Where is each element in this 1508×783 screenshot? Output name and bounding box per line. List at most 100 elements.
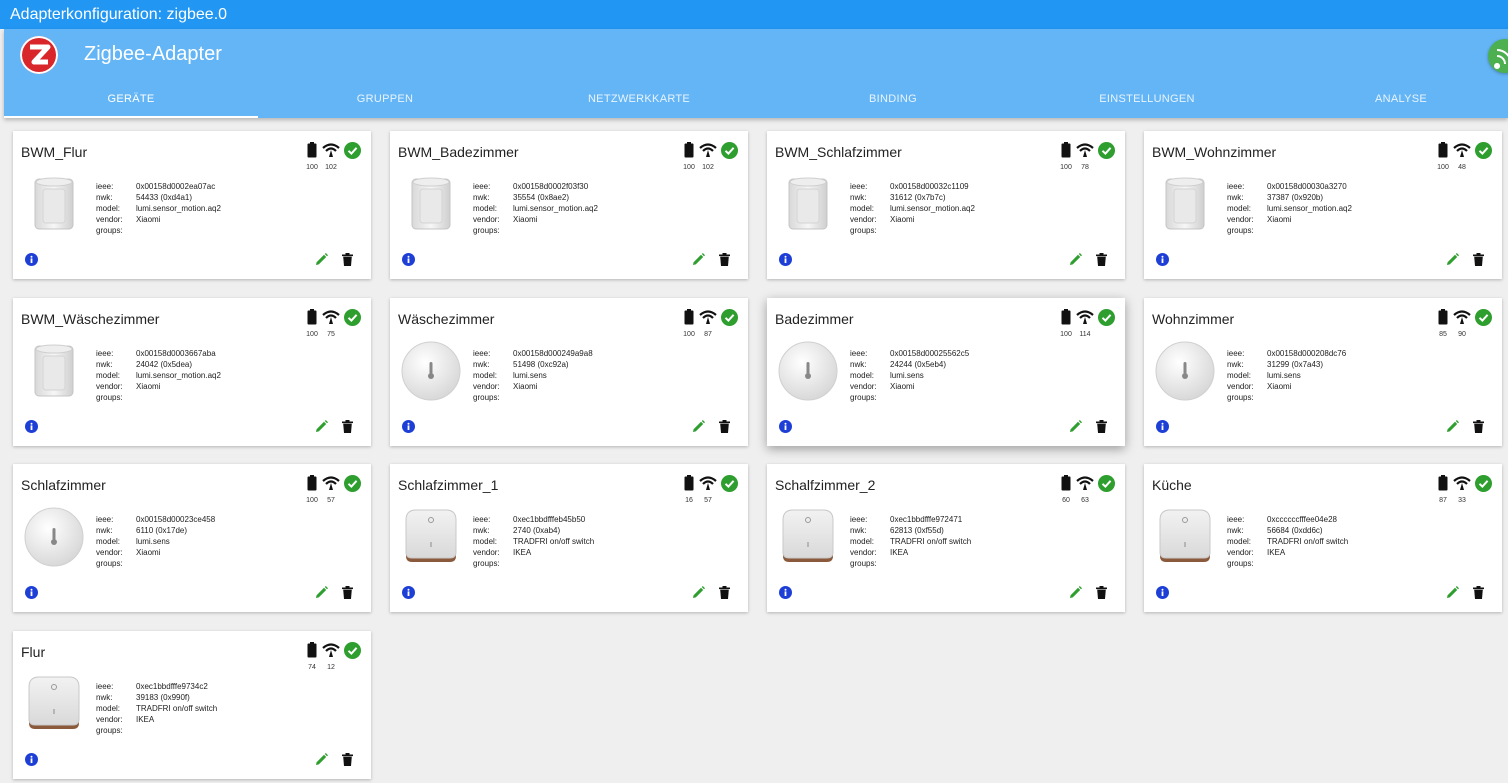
- pencil-icon[interactable]: [315, 253, 328, 266]
- device-card[interactable]: Küche 87 33 ieee: 0xccccccfffee04e28 nwk:…: [1144, 464, 1502, 612]
- device-name: Wäschezimmer: [398, 310, 495, 327]
- connection-status-icon[interactable]: [1488, 39, 1508, 73]
- nwk-label: nwk:: [96, 526, 113, 535]
- device-card[interactable]: BWM_Schlafzimmer 100 78 ieee: 0x00158d000…: [767, 131, 1125, 279]
- device-card[interactable]: Badezimmer 100 114 ieee: 0x00158d00025562…: [767, 297, 1125, 446]
- device-card[interactable]: Flur 74 12 ieee: 0xec1bbdfffe9734c2 nwk: 3…: [13, 630, 371, 779]
- check-circle-icon: [1098, 308, 1115, 326]
- pencil-icon[interactable]: [692, 586, 705, 599]
- trash-icon[interactable]: [1096, 586, 1107, 599]
- device-card[interactable]: Schlafzimmer_1 16 57 ieee: 0xec1bbdfffeb4…: [390, 464, 748, 612]
- link-quality-status: 90: [1452, 309, 1472, 338]
- info-icon[interactable]: [1156, 253, 1169, 266]
- signal-icon: [322, 476, 340, 490]
- trash-icon[interactable]: [1096, 419, 1107, 433]
- device-card[interactable]: BWM_Wäschezimmer 100 75 ieee: 0x00158d000…: [13, 297, 371, 446]
- device-card[interactable]: Wäschezimmer 100 87 ieee: 0x00158d000249a…: [390, 297, 748, 446]
- device-card[interactable]: Schlafzimmer 100 57 ieee: 0x00158d00023ce…: [13, 464, 371, 612]
- device-info: ieee: 0x00158d0003667aba nwk: 24042 (0x5de…: [96, 348, 221, 403]
- pencil-icon[interactable]: [1069, 419, 1082, 433]
- link-quality-value: 33: [1458, 497, 1466, 504]
- pencil-icon[interactable]: [315, 419, 328, 433]
- tab-analyse[interactable]: ANALYSE: [1274, 84, 1508, 118]
- check-circle-icon: [721, 142, 738, 159]
- info-icon[interactable]: [779, 586, 792, 599]
- model-row: model: TRADFRI on/off switch: [1227, 536, 1348, 547]
- signal-icon: [1076, 309, 1094, 324]
- pencil-icon[interactable]: [1446, 586, 1459, 599]
- model-row: model: TRADFRI on/off switch: [96, 703, 217, 714]
- trash-icon[interactable]: [719, 419, 730, 433]
- info-icon[interactable]: [25, 586, 38, 599]
- device-info: ieee: 0x00158d00030a3270 nwk: 37387 (0x920…: [1227, 181, 1352, 236]
- trash-icon[interactable]: [719, 586, 730, 599]
- device-image: [777, 173, 839, 235]
- tab-geraete[interactable]: GERÄTE: [4, 84, 258, 118]
- info-icon[interactable]: [25, 253, 38, 266]
- trash-icon[interactable]: [1096, 253, 1107, 266]
- pencil-icon[interactable]: [315, 752, 328, 766]
- device-image: [777, 506, 839, 568]
- pencil-icon[interactable]: [692, 253, 705, 266]
- device-image: [23, 506, 85, 568]
- tab-gruppen[interactable]: GRUPPEN: [258, 84, 512, 118]
- device-image: [1154, 340, 1216, 402]
- signal-icon: [1076, 143, 1094, 157]
- ieee-value: 0x00158d00025562c5: [890, 348, 970, 358]
- switch-image: [782, 509, 834, 562]
- pencil-icon[interactable]: [1446, 253, 1459, 266]
- pencil-icon[interactable]: [1446, 419, 1459, 433]
- device-card[interactable]: Wohnzimmer 85 90 ieee: 0x00158d000208dc76…: [1144, 297, 1502, 446]
- trash-icon[interactable]: [1473, 419, 1484, 433]
- trash-icon[interactable]: [342, 419, 353, 433]
- pencil-icon[interactable]: [1069, 253, 1082, 266]
- battery-value: 100: [683, 330, 695, 338]
- info-icon[interactable]: [402, 586, 415, 599]
- info-icon[interactable]: [25, 752, 38, 766]
- ieee-row: ieee: 0xccccccfffee04e28: [1227, 514, 1348, 525]
- trash-icon[interactable]: [1473, 253, 1484, 266]
- info-icon[interactable]: [402, 419, 415, 433]
- groups-label: groups:: [850, 392, 877, 402]
- tab-einstellungen[interactable]: EINSTELLUNGEN: [1020, 84, 1274, 118]
- device-card[interactable]: BWM_Badezimmer 100 102 ieee: 0x00158d0002…: [390, 131, 748, 279]
- info-icon[interactable]: [1156, 419, 1169, 433]
- pencil-icon[interactable]: [315, 586, 328, 599]
- battery-status: 100: [1056, 308, 1076, 338]
- info-icon[interactable]: [779, 419, 792, 433]
- link-quality-value: 75: [327, 330, 335, 338]
- link-quality-status: 102: [321, 142, 341, 171]
- groups-label: groups:: [96, 226, 123, 235]
- info-icon[interactable]: [402, 253, 415, 266]
- info-icon[interactable]: [779, 253, 792, 266]
- model-value: lumi.sensor_motion.aq2: [513, 204, 598, 213]
- trash-icon[interactable]: [342, 752, 353, 766]
- vendor-row: vendor: Xiaomi: [96, 214, 221, 225]
- model-label: model:: [96, 537, 121, 546]
- trash-icon[interactable]: [719, 253, 730, 266]
- tab-netzwerkkarte[interactable]: NETZWERKKARTE: [512, 84, 766, 118]
- pencil-icon[interactable]: [1069, 586, 1082, 599]
- trash-icon[interactable]: [342, 586, 353, 599]
- groups-label: groups:: [473, 226, 500, 235]
- trash-icon[interactable]: [1473, 586, 1484, 599]
- device-card[interactable]: Schalfzimmer_2 60 63 ieee: 0xec1bbdfffe97…: [767, 464, 1125, 612]
- ieee-label: ieee:: [96, 348, 114, 358]
- nwk-value: 35554 (0x8ae2): [513, 193, 570, 202]
- device-card[interactable]: BWM_Flur 100 102 ieee: 0x00158d0002ea07ac…: [13, 131, 371, 279]
- device-card[interactable]: BWM_Wohnzimmer 100 48 ieee: 0x00158d00030…: [1144, 131, 1502, 279]
- model-row: model: lumi.sensor_motion.aq2: [473, 203, 598, 214]
- pencil-icon[interactable]: [692, 419, 705, 433]
- link-quality-status: 57: [321, 475, 341, 504]
- info-icon[interactable]: [25, 419, 38, 433]
- battery-value: 100: [683, 164, 695, 171]
- nwk-row: nwk: 39183 (0x990f): [96, 692, 217, 703]
- model-label: model:: [1227, 537, 1252, 546]
- vendor-value: IKEA: [1267, 548, 1286, 557]
- trash-icon[interactable]: [342, 253, 353, 266]
- device-info: ieee: 0x00158d0002ea07ac nwk: 54433 (0xd4a…: [96, 181, 221, 236]
- link-quality-value: 12: [327, 663, 335, 671]
- signal-icon: [699, 309, 717, 324]
- info-icon[interactable]: [1156, 586, 1169, 599]
- tab-binding[interactable]: BINDING: [766, 84, 1020, 118]
